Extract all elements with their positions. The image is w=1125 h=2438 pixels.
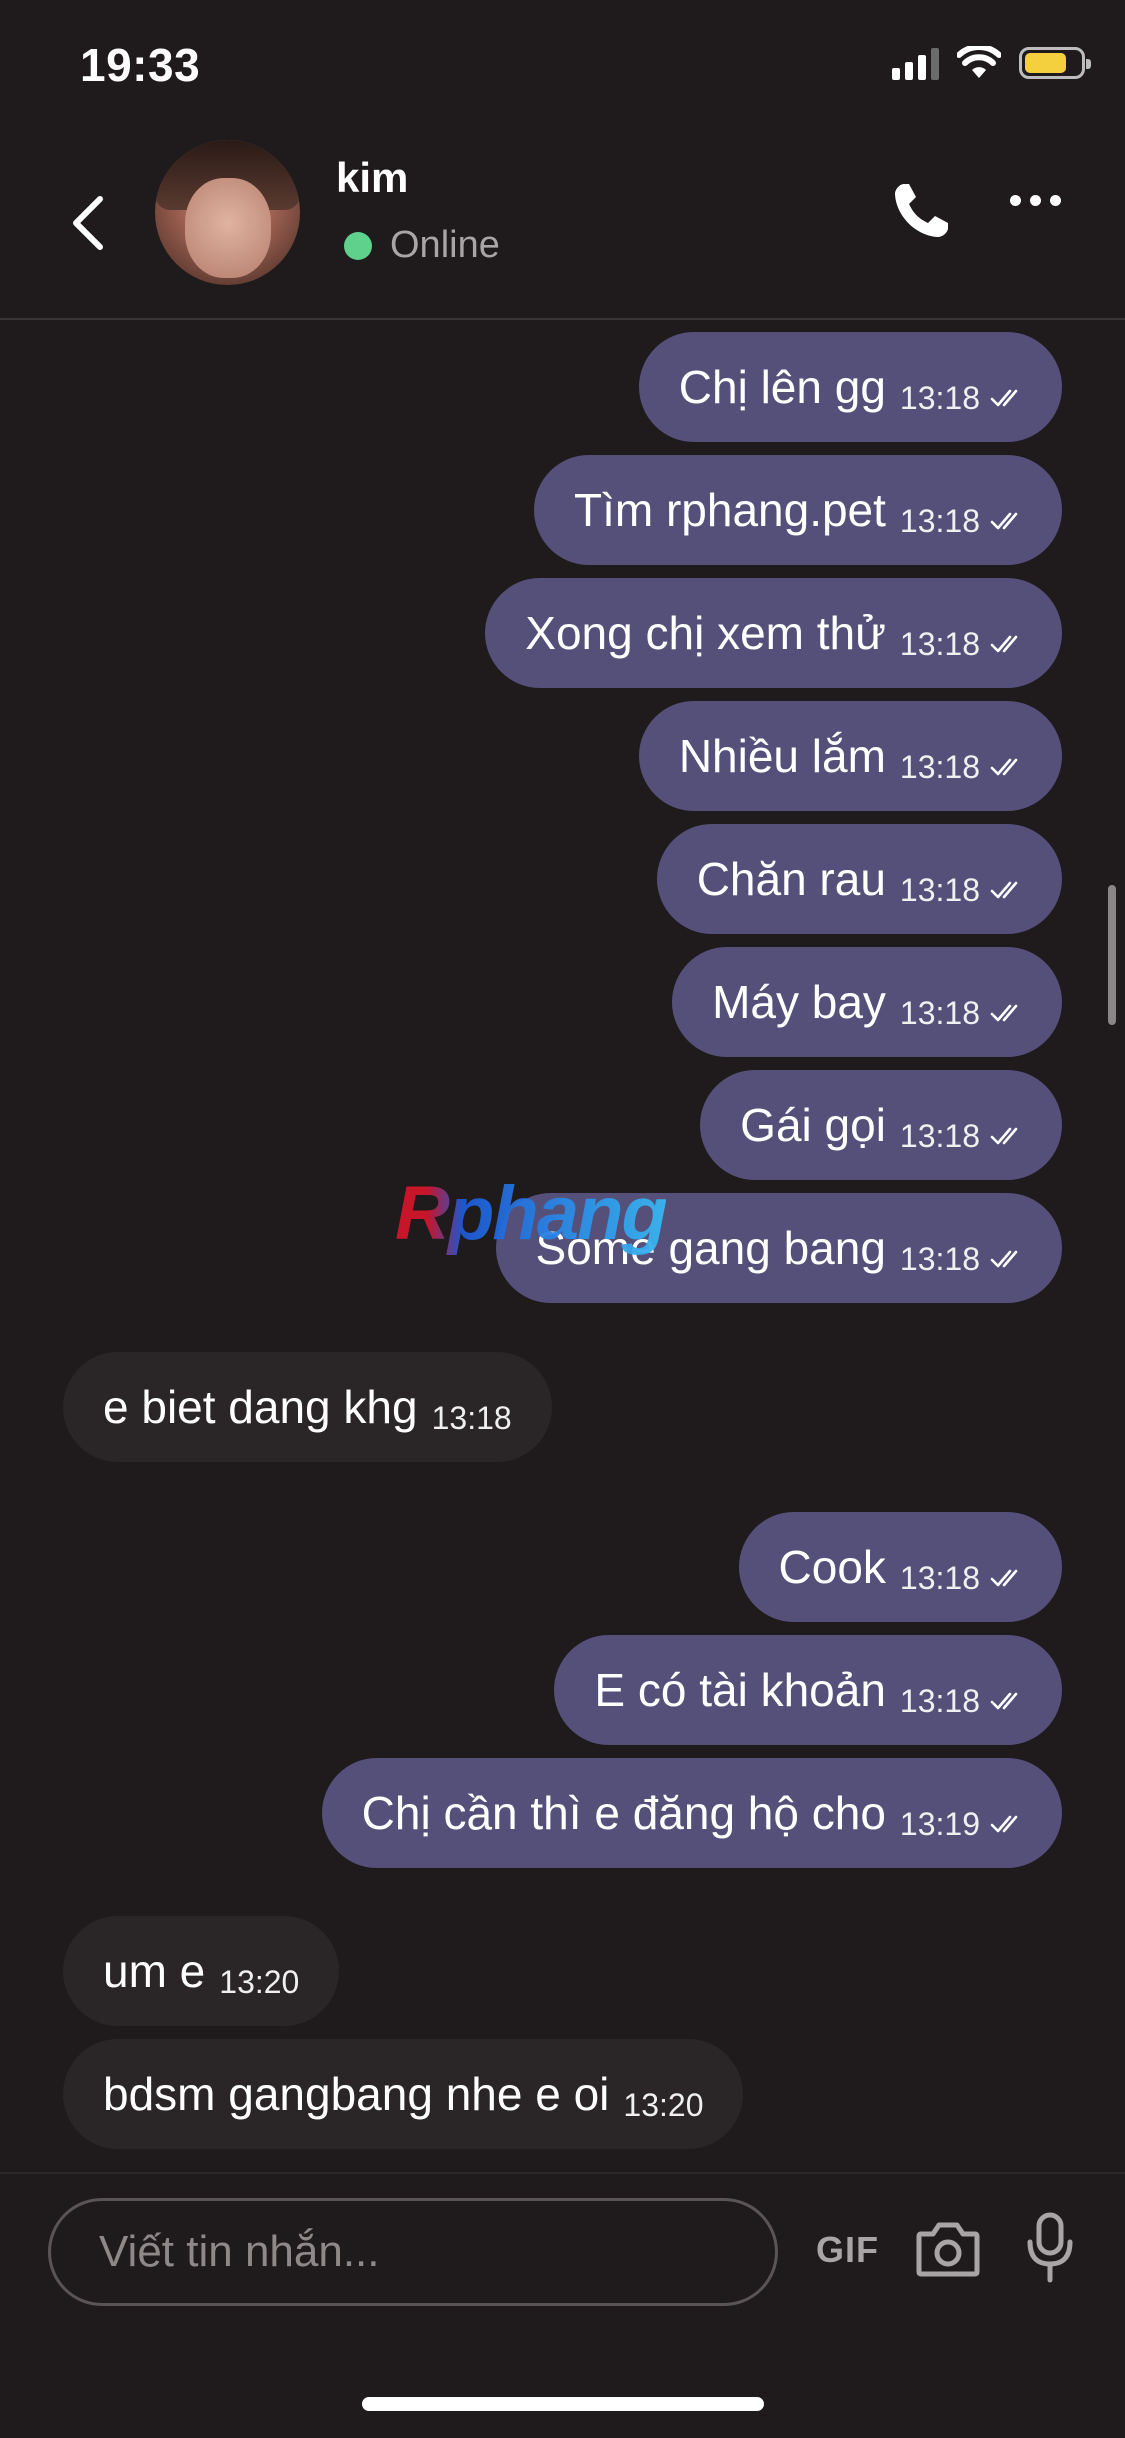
outgoing-message: Chăn rau 13:18 [0,824,1125,934]
message-text: Chị cần thì e đăng hộ cho [361,1787,886,1839]
read-receipt-icon [990,1692,1018,1710]
message-text: E có tài khoản [594,1664,886,1716]
outgoing-message: Chị lên gg 13:18 [0,332,1125,442]
message-time: 13:18 [899,379,980,416]
message-bubble[interactable]: Gái gọi 13:18 [700,1070,1062,1180]
outgoing-message: Máy bay 13:18 [0,947,1125,1057]
phone-call-icon[interactable] [890,180,952,242]
read-receipt-icon [990,758,1018,776]
scrollbar[interactable] [1108,885,1116,1025]
status-icons [892,46,1091,80]
incoming-message: um e 13:20 [0,1916,1125,2026]
message-text: Gái gọi [740,1099,886,1151]
message-time: 13:18 [431,1399,512,1436]
read-receipt-icon [990,1127,1018,1145]
message-time: 13:18 [899,1682,980,1719]
message-bubble[interactable]: bdsm gangbang nhe e oi 13:20 [63,2039,744,2149]
presence-status: Online [344,224,500,267]
read-receipt-icon [990,1815,1018,1833]
outgoing-message: Nhiều lắm 13:18 [0,701,1125,811]
message-time: 13:18 [899,1117,980,1154]
outgoing-message: Cook 13:18 [0,1512,1125,1622]
message-text: Chăn rau [696,853,886,905]
outgoing-message: Some gang bang 13:18 [0,1193,1125,1303]
camera-icon[interactable] [915,2218,981,2278]
outgoing-message: E có tài khoản 13:18 [0,1635,1125,1745]
message-bubble[interactable]: um e 13:20 [63,1916,340,2026]
outgoing-message: Tìm rphang.pet 13:18 [0,455,1125,565]
message-time: 13:18 [899,871,980,908]
message-bubble[interactable]: Máy bay 13:18 [672,947,1062,1057]
message-time: 13:18 [899,748,980,785]
message-text: bdsm gangbang nhe e oi [103,2068,610,2120]
message-bubble[interactable]: Chị lên gg 13:18 [638,332,1062,442]
more-options-icon[interactable] [1010,195,1061,206]
chat-header: kim Online [0,140,1125,320]
message-time: 13:18 [899,502,980,539]
message-time: 13:18 [899,625,980,662]
message-time: 13:20 [219,1963,300,2000]
online-label: Online [390,224,500,266]
battery-icon [1019,47,1091,79]
message-bubble[interactable]: Tìm rphang.pet 13:18 [533,455,1062,565]
gif-button[interactable]: GIF [816,2229,879,2271]
message-text: Xong chị xem thử [525,607,886,659]
message-bubble[interactable]: Some gang bang 13:18 [495,1193,1062,1303]
outgoing-message: Xong chị xem thử 13:18 [0,578,1125,688]
cellular-signal-icon [892,46,939,80]
incoming-message: e biet dang khg 13:18 [0,1352,1125,1462]
status-bar: 19:33 [0,0,1125,140]
chevron-left-icon [73,196,103,250]
message-time: 13:18 [899,1240,980,1277]
status-time: 19:33 [80,39,201,91]
message-bubble[interactable]: e biet dang khg 13:18 [63,1352,552,1462]
read-receipt-icon [990,389,1018,407]
message-text: um e [103,1945,206,1997]
message-text: e biet dang khg [103,1381,418,1433]
read-receipt-icon [990,1569,1018,1587]
message-text: Nhiều lắm [678,730,886,782]
read-receipt-icon [990,635,1018,653]
message-input[interactable]: Viết tin nhắn... [48,2198,778,2306]
message-text: Máy bay [712,976,886,1028]
message-bubble[interactable]: Nhiều lắm 13:18 [638,701,1062,811]
online-indicator [344,231,372,260]
wifi-icon [957,46,1001,78]
message-text: Cook [778,1541,886,1593]
incoming-message: bdsm gangbang nhe e oi 13:20 [0,2039,1125,2149]
message-time: 13:18 [899,1559,980,1596]
microphone-icon[interactable] [1025,2212,1075,2284]
message-text: Chị lên gg [678,361,886,413]
read-receipt-icon [990,1004,1018,1022]
message-bubble[interactable]: Cook 13:18 [738,1512,1062,1622]
message-time: 13:19 [899,1805,980,1842]
message-list[interactable]: Chị lên gg 13:18 Tìm rphang.pet 13:18 Xong c… [0,320,1125,2170]
message-bubble[interactable]: Xong chị xem thử 13:18 [485,578,1062,688]
message-bubble[interactable]: Chị cần thì e đăng hộ cho 13:19 [321,1758,1062,1868]
outgoing-message: Chị cần thì e đăng hộ cho 13:19 [0,1758,1125,1868]
message-time: 13:18 [899,994,980,1031]
message-text: Tìm rphang.pet [573,484,886,536]
read-receipt-icon [990,881,1018,899]
home-indicator[interactable] [362,2397,764,2411]
message-bubble[interactable]: E có tài khoản 13:18 [554,1635,1062,1745]
read-receipt-icon [990,1250,1018,1268]
message-bubble[interactable]: Chăn rau 13:18 [656,824,1062,934]
message-time: 13:20 [623,2086,704,2123]
avatar[interactable] [155,140,300,285]
message-text: Some gang bang [535,1222,886,1274]
contact-name[interactable]: kim [336,154,408,202]
back-button[interactable] [58,178,118,268]
outgoing-message: Gái gọi 13:18 [0,1070,1125,1180]
read-receipt-icon [990,512,1018,530]
